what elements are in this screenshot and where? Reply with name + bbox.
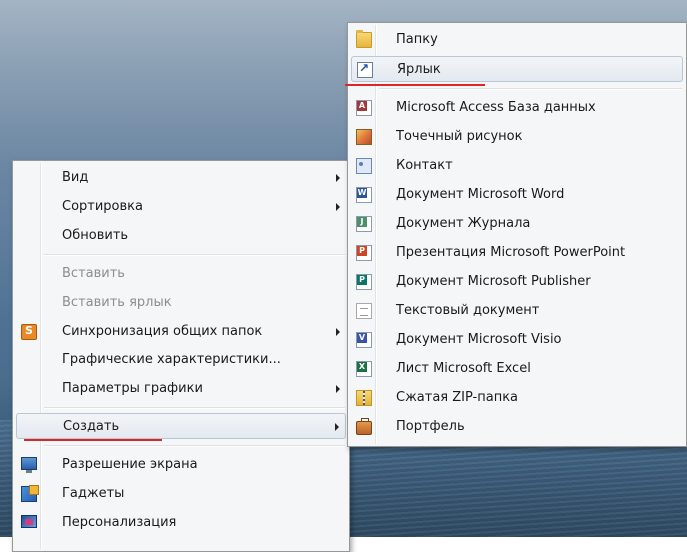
menu-item-paste[interactable]: Вставить (16, 261, 346, 287)
folder-icon (356, 30, 372, 48)
screen-resolution-icon (21, 457, 37, 473)
annotation-underline-shortcut (345, 84, 485, 86)
submenu-item-briefcase[interactable]: Портфель (351, 414, 683, 440)
menu-item-view[interactable]: Вид (16, 165, 346, 191)
journal-document-icon (356, 216, 372, 232)
gadgets-icon (21, 485, 39, 502)
menu-item-label: Персонализация (62, 515, 177, 530)
visio-document-icon (356, 332, 372, 348)
menu-item-label: Папку (396, 32, 438, 47)
menu-item-label: Вставить ярлык (62, 295, 172, 310)
access-database-icon (356, 100, 372, 116)
menu-item-gadgets[interactable]: Гаджеты (16, 481, 346, 507)
bitmap-image-icon (356, 129, 372, 145)
submenu-item-word-document[interactable]: Документ Microsoft Word (351, 182, 683, 208)
contact-icon (356, 158, 372, 174)
submenu-item-access-database[interactable]: Microsoft Access База данных (351, 95, 683, 121)
menu-item-label: Точечный рисунок (396, 129, 523, 144)
menu-item-label: Контакт (396, 158, 453, 173)
submenu-item-zip-folder[interactable]: Сжатая ZIP-папка (351, 385, 683, 411)
menu-item-sync-shared-folders[interactable]: Синхронизация общих папок (16, 319, 346, 345)
menu-item-label: Вид (62, 170, 89, 185)
publisher-document-icon (356, 274, 372, 290)
menu-item-label: Microsoft Access База данных (396, 100, 596, 115)
menu-item-label: Обновить (62, 228, 129, 243)
menu-item-label: Параметры графики (62, 381, 203, 396)
menu-item-graphics-properties[interactable]: Графические характеристики... (16, 347, 346, 373)
submenu-item-bitmap-image[interactable]: Точечный рисунок (351, 124, 683, 150)
submenu-item-contact[interactable]: Контакт (351, 153, 683, 179)
menu-item-label: Документ Microsoft Publisher (396, 274, 591, 289)
excel-sheet-icon (356, 361, 372, 377)
menu-item-label: Презентация Microsoft PowerPoint (396, 245, 626, 260)
menu-separator (379, 88, 682, 90)
powerpoint-presentation-icon (356, 245, 372, 261)
submenu-item-shortcut[interactable]: Ярлык (351, 56, 683, 82)
menu-item-graphics-options[interactable]: Параметры графики (16, 376, 346, 402)
menu-item-label: Ярлык (397, 62, 441, 77)
menu-item-label: Сортировка (62, 199, 143, 214)
menu-separator (44, 254, 345, 256)
menu-item-label: Сжатая ZIP-папка (396, 390, 519, 405)
text-document-icon (356, 303, 372, 319)
submenu-item-journal-document[interactable]: Документ Журнала (351, 211, 683, 237)
menu-item-label: Документ Журнала (396, 216, 531, 231)
annotation-underline-create (24, 439, 162, 441)
shortcut-icon (357, 61, 373, 78)
menu-item-new[interactable]: Создать (16, 413, 346, 439)
menu-item-refresh[interactable]: Обновить (16, 223, 346, 249)
menu-item-label: Гаджеты (62, 486, 125, 501)
submenu-item-visio-document[interactable]: Документ Microsoft Visio (351, 327, 683, 353)
menu-item-label: Вставить (62, 266, 125, 281)
menu-item-paste-shortcut[interactable]: Вставить ярлык (16, 290, 346, 316)
personalization-icon (21, 515, 37, 528)
submenu-arrow-icon (336, 328, 340, 336)
submenu-arrow-icon (336, 174, 340, 182)
menu-item-personalization[interactable]: Персонализация (16, 510, 346, 536)
submenu-item-folder[interactable]: Папку (351, 27, 683, 53)
briefcase-icon (356, 418, 372, 435)
word-document-icon (356, 187, 372, 203)
menu-item-label: Графические характеристики... (62, 352, 281, 367)
menu-item-label: Создать (63, 419, 120, 434)
submenu-item-excel-sheet[interactable]: Лист Microsoft Excel (351, 356, 683, 382)
sync-icon (21, 324, 37, 340)
menu-item-screen-resolution[interactable]: Разрешение экрана (16, 452, 346, 478)
submenu-arrow-icon (336, 385, 340, 393)
desktop-context-menu: Вид Сортировка Обновить Вставить Вставит… (12, 160, 350, 552)
submenu-arrow-icon (335, 423, 339, 431)
menu-item-label: Синхронизация общих папок (62, 324, 263, 339)
menu-item-sort[interactable]: Сортировка (16, 194, 346, 220)
menu-item-label: Лист Microsoft Excel (396, 361, 531, 376)
menu-item-label: Документ Microsoft Visio (396, 332, 562, 347)
submenu-item-powerpoint-presentation[interactable]: Презентация Microsoft PowerPoint (351, 240, 683, 266)
menu-item-label: Портфель (396, 419, 465, 434)
zip-folder-icon (356, 390, 372, 406)
submenu-item-publisher-document[interactable]: Документ Microsoft Publisher (351, 269, 683, 295)
menu-item-label: Разрешение экрана (62, 457, 198, 472)
menu-separator (44, 445, 345, 447)
menu-item-label: Документ Microsoft Word (396, 187, 565, 202)
menu-item-label: Текстовый документ (396, 303, 540, 318)
submenu-item-text-document[interactable]: Текстовый документ (351, 298, 683, 324)
submenu-arrow-icon (336, 203, 340, 211)
menu-separator (44, 407, 345, 409)
